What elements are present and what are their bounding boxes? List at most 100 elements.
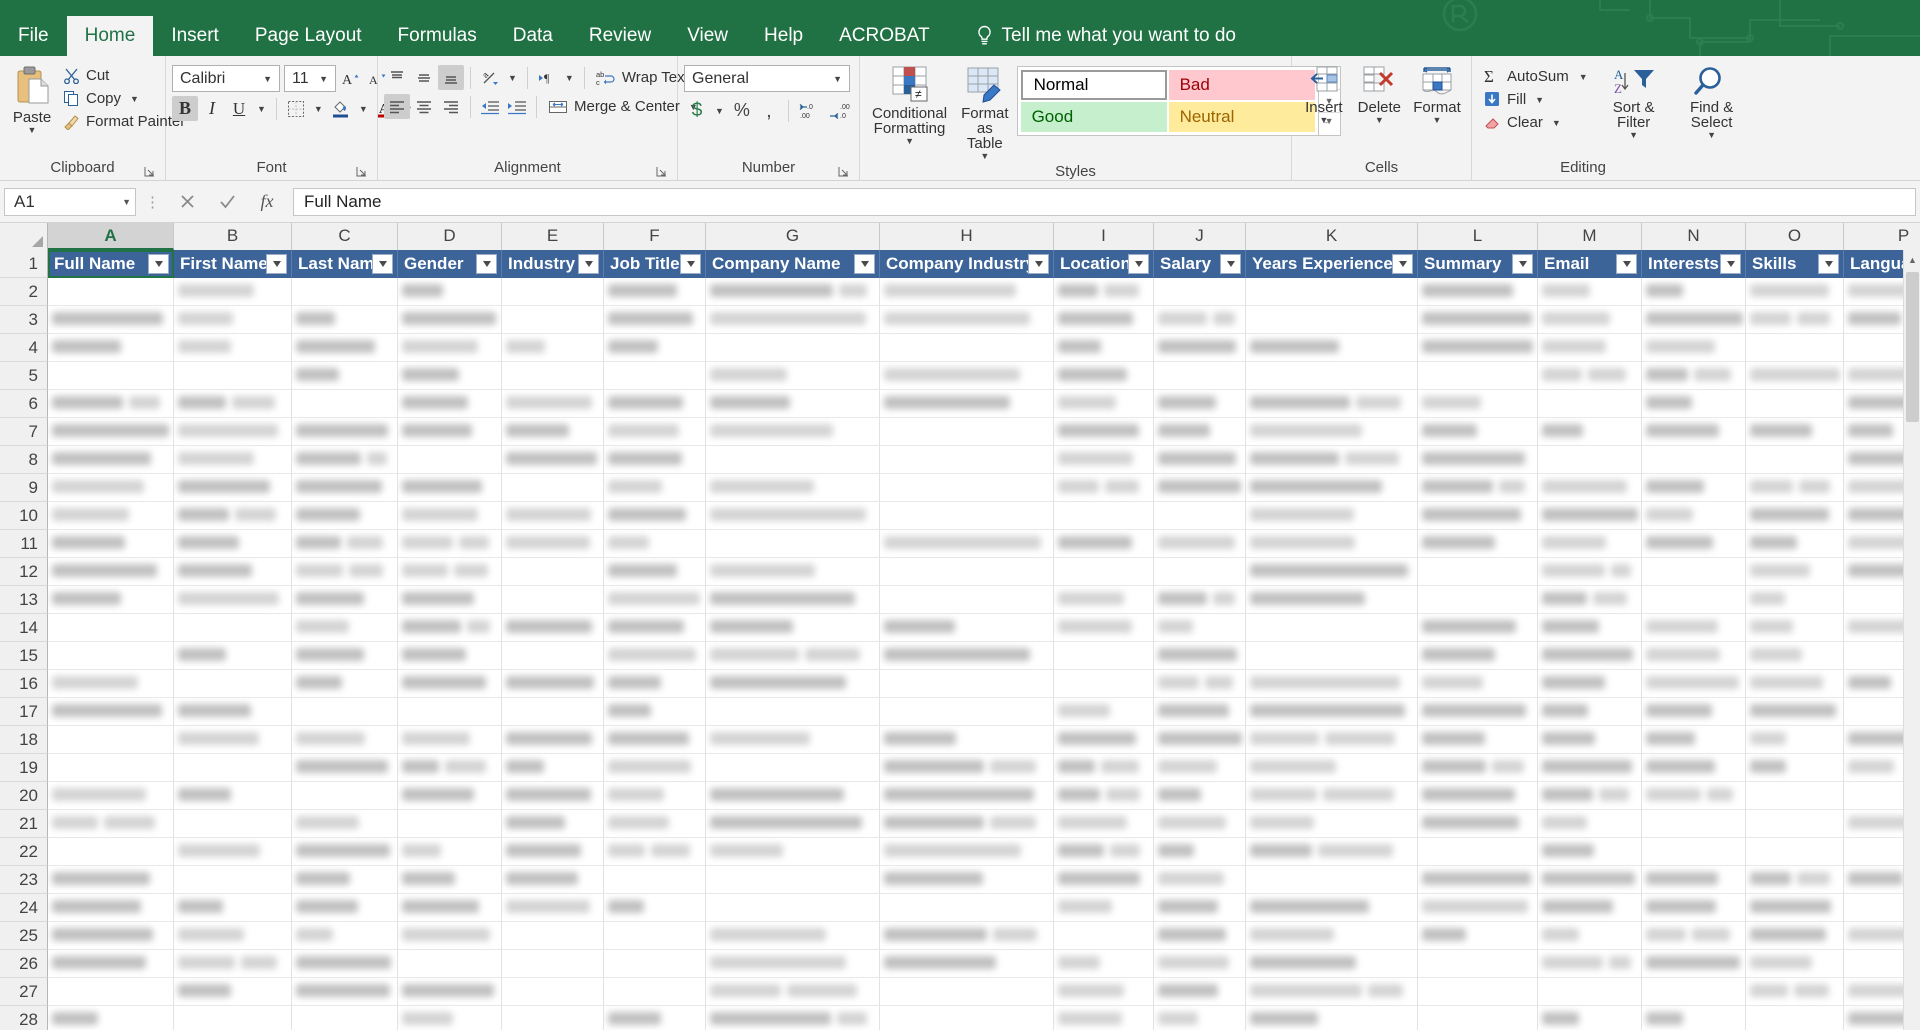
data-cell-a15[interactable] bbox=[48, 642, 174, 670]
data-cell-k3[interactable] bbox=[1246, 306, 1418, 334]
data-cell-o7[interactable] bbox=[1746, 418, 1844, 446]
data-cell-n13[interactable] bbox=[1642, 586, 1746, 614]
data-cell-n23[interactable] bbox=[1642, 866, 1746, 894]
data-cell-b20[interactable] bbox=[174, 782, 292, 810]
data-cell-o19[interactable] bbox=[1746, 754, 1844, 782]
data-cell-c25[interactable] bbox=[292, 922, 398, 950]
data-cell-e24[interactable] bbox=[502, 894, 604, 922]
font-size-combo[interactable]: 11 ▼ bbox=[284, 65, 336, 92]
data-cell-b23[interactable] bbox=[174, 866, 292, 894]
data-cell-e11[interactable] bbox=[502, 530, 604, 558]
ribbon-tab-formulas[interactable]: Formulas bbox=[380, 16, 495, 56]
data-cell-f6[interactable] bbox=[604, 390, 706, 418]
data-cell-d18[interactable] bbox=[398, 726, 502, 754]
ribbon-tab-insert[interactable]: Insert bbox=[153, 16, 237, 56]
data-cell-m13[interactable] bbox=[1538, 586, 1642, 614]
data-cell-a22[interactable] bbox=[48, 838, 174, 866]
data-cell-l15[interactable] bbox=[1418, 642, 1538, 670]
data-cell-o13[interactable] bbox=[1746, 586, 1844, 614]
data-cell-c15[interactable] bbox=[292, 642, 398, 670]
data-cell-d17[interactable] bbox=[398, 698, 502, 726]
alignment-dialog-launcher[interactable] bbox=[656, 166, 667, 177]
data-cell-e4[interactable] bbox=[502, 334, 604, 362]
header-cell-h[interactable]: Company Industry bbox=[880, 250, 1054, 278]
row-header-27[interactable]: 27 bbox=[0, 978, 48, 1006]
data-cell-c27[interactable] bbox=[292, 978, 398, 1006]
data-cell-g14[interactable] bbox=[706, 614, 880, 642]
ribbon-tab-home[interactable]: Home bbox=[66, 16, 154, 56]
data-cell-j15[interactable] bbox=[1154, 642, 1246, 670]
data-cell-h9[interactable] bbox=[880, 474, 1054, 502]
data-cell-l16[interactable] bbox=[1418, 670, 1538, 698]
data-cell-e7[interactable] bbox=[502, 418, 604, 446]
align-left-button[interactable] bbox=[384, 94, 410, 119]
data-cell-e25[interactable] bbox=[502, 922, 604, 950]
data-cell-h22[interactable] bbox=[880, 838, 1054, 866]
currency-format-button[interactable]: $ bbox=[684, 98, 710, 123]
data-cell-l3[interactable] bbox=[1418, 306, 1538, 334]
data-cell-o9[interactable] bbox=[1746, 474, 1844, 502]
font-family-combo[interactable]: Calibri ▼ bbox=[172, 65, 280, 92]
data-cell-j7[interactable] bbox=[1154, 418, 1246, 446]
find-select-chevron-down-icon[interactable]: ▼ bbox=[1707, 131, 1716, 140]
data-cell-n8[interactable] bbox=[1642, 446, 1746, 474]
data-cell-m10[interactable] bbox=[1538, 502, 1642, 530]
data-cell-b9[interactable] bbox=[174, 474, 292, 502]
data-cell-n26[interactable] bbox=[1642, 950, 1746, 978]
data-cell-g4[interactable] bbox=[706, 334, 880, 362]
data-cell-a10[interactable] bbox=[48, 502, 174, 530]
data-cell-j9[interactable] bbox=[1154, 474, 1246, 502]
sort-filter-button[interactable]: A Z Sort & Filter ▼ bbox=[1597, 63, 1671, 141]
header-cell-g[interactable]: Company Name bbox=[706, 250, 880, 278]
data-cell-f25[interactable] bbox=[604, 922, 706, 950]
data-cell-m27[interactable] bbox=[1538, 978, 1642, 1006]
data-cell-i14[interactable] bbox=[1054, 614, 1154, 642]
paste-button[interactable]: Paste ▼ bbox=[6, 63, 58, 136]
data-cell-f26[interactable] bbox=[604, 950, 706, 978]
data-cell-k26[interactable] bbox=[1246, 950, 1418, 978]
data-cell-g6[interactable] bbox=[706, 390, 880, 418]
underline-chevron-down-icon[interactable]: ▼ bbox=[253, 105, 270, 114]
number-format-chevron-down-icon[interactable]: ▼ bbox=[828, 74, 847, 84]
row-header-25[interactable]: 25 bbox=[0, 922, 48, 950]
borders-button[interactable] bbox=[283, 96, 309, 121]
data-cell-j16[interactable] bbox=[1154, 670, 1246, 698]
column-header-d[interactable]: D bbox=[398, 223, 502, 250]
row-header-20[interactable]: 20 bbox=[0, 782, 48, 810]
data-cell-l11[interactable] bbox=[1418, 530, 1538, 558]
data-cell-l25[interactable] bbox=[1418, 922, 1538, 950]
data-cell-h28[interactable] bbox=[880, 1006, 1054, 1030]
data-cell-k23[interactable] bbox=[1246, 866, 1418, 894]
data-cell-n5[interactable] bbox=[1642, 362, 1746, 390]
column-header-e[interactable]: E bbox=[502, 223, 604, 250]
conditional-formatting-chevron-down-icon[interactable]: ▼ bbox=[905, 137, 914, 146]
data-cell-m8[interactable] bbox=[1538, 446, 1642, 474]
data-cell-c8[interactable] bbox=[292, 446, 398, 474]
data-cell-l20[interactable] bbox=[1418, 782, 1538, 810]
data-cell-g25[interactable] bbox=[706, 922, 880, 950]
data-cell-a12[interactable] bbox=[48, 558, 174, 586]
data-cell-h20[interactable] bbox=[880, 782, 1054, 810]
row-header-10[interactable]: 10 bbox=[0, 502, 48, 530]
data-cell-k11[interactable] bbox=[1246, 530, 1418, 558]
row-header-26[interactable]: 26 bbox=[0, 950, 48, 978]
data-cell-c26[interactable] bbox=[292, 950, 398, 978]
data-cell-b18[interactable] bbox=[174, 726, 292, 754]
data-cell-b16[interactable] bbox=[174, 670, 292, 698]
copy-chevron-down-icon[interactable]: ▼ bbox=[130, 95, 139, 104]
data-cell-l23[interactable] bbox=[1418, 866, 1538, 894]
data-cell-j24[interactable] bbox=[1154, 894, 1246, 922]
data-cell-k5[interactable] bbox=[1246, 362, 1418, 390]
data-cell-n14[interactable] bbox=[1642, 614, 1746, 642]
data-cell-l24[interactable] bbox=[1418, 894, 1538, 922]
data-cell-b19[interactable] bbox=[174, 754, 292, 782]
data-cell-f9[interactable] bbox=[604, 474, 706, 502]
clipboard-dialog-launcher[interactable] bbox=[144, 166, 155, 177]
data-cell-b25[interactable] bbox=[174, 922, 292, 950]
row-header-16[interactable]: 16 bbox=[0, 670, 48, 698]
data-cell-e27[interactable] bbox=[502, 978, 604, 1006]
data-cell-c19[interactable] bbox=[292, 754, 398, 782]
data-cell-h26[interactable] bbox=[880, 950, 1054, 978]
data-cell-g5[interactable] bbox=[706, 362, 880, 390]
data-cell-g13[interactable] bbox=[706, 586, 880, 614]
